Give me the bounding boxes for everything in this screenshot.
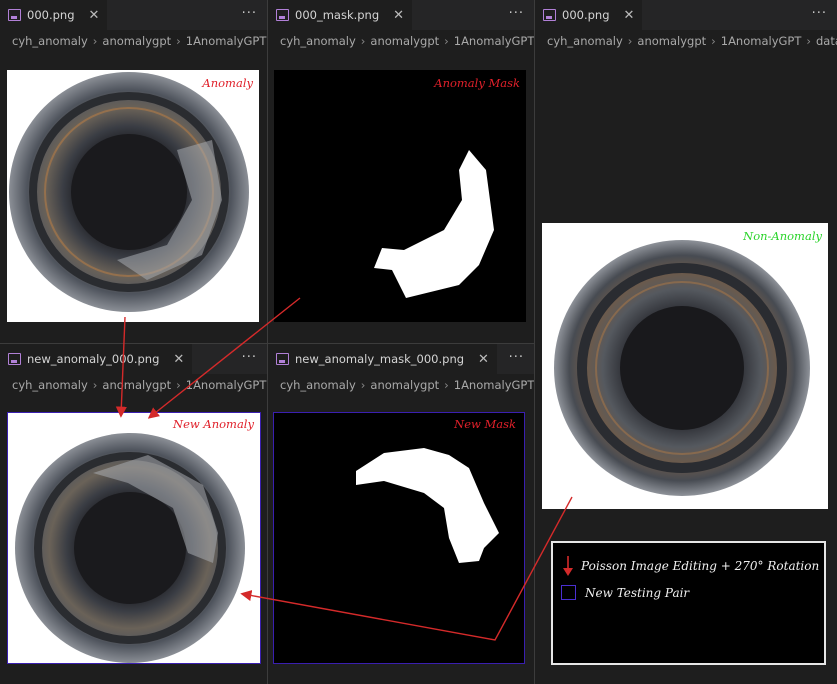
editor-pane-bottom-middle: new_anomaly_mask_000.png ✕ ··· cyh_anoma… (268, 344, 534, 684)
anomaly-image: Anomaly (7, 70, 259, 322)
breadcrumb-item[interactable]: cyh_anomaly (547, 34, 623, 48)
breadcrumb-item[interactable]: 1AnomalyGPT (186, 378, 267, 392)
close-icon[interactable]: ✕ (478, 352, 489, 367)
more-icon[interactable]: ··· (509, 350, 524, 365)
anomaly-mask-image: Anomaly Mask (274, 70, 526, 322)
editor-pane-top-left: 000.png ✕ ··· cyh_anomaly › anomalygpt › 1… (0, 0, 267, 343)
more-icon[interactable]: ··· (812, 6, 827, 21)
breadcrumb: cyh_anomaly› anomalygpt› 1AnomalyGPT› da… (280, 34, 534, 48)
image-file-icon (276, 9, 289, 21)
new-mask-label: New Mask (454, 417, 516, 431)
breadcrumb: cyh_anomaly› anomalygpt› 1AnomalyGPT› da… (280, 378, 534, 392)
legend-row-arrow: Poisson Image Editing + 270° Rotation (561, 555, 819, 577)
close-icon[interactable]: ✕ (173, 352, 184, 367)
close-icon[interactable]: ✕ (624, 8, 635, 23)
close-icon[interactable]: ✕ (89, 8, 100, 23)
breadcrumb-item[interactable]: cyh_anomaly (12, 378, 88, 392)
breadcrumb-item[interactable]: 1AnomalyGPT (454, 378, 534, 392)
close-icon[interactable]: ✕ (393, 8, 404, 23)
tab-bar: new_anomaly_000.png ✕ ··· (0, 344, 267, 374)
non-anomaly-image: Non-Anomaly (542, 223, 828, 509)
breadcrumb: cyh_anomaly› anomalygpt› 1AnomalyGPT› da… (535, 30, 837, 52)
mask-shape (374, 150, 494, 298)
legend-box-text: New Testing Pair (585, 585, 690, 600)
new-anomaly-image: New Anomaly (7, 412, 261, 664)
image-file-icon (8, 9, 21, 21)
editor-pane-top-middle: 000_mask.png ✕ ··· cyh_anomaly › anomalyg… (268, 0, 534, 343)
tab-bar: 000.png ✕ ··· (0, 0, 267, 30)
tab-bar: new_anomaly_mask_000.png ✕ ··· (268, 344, 534, 374)
tab-000-png-mvtec[interactable]: 000.png ✕ (535, 0, 643, 30)
tab-000-png[interactable]: 000.png ✕ (0, 0, 108, 30)
new-anomaly-label: New Anomaly (173, 417, 254, 431)
legend-row-box: New Testing Pair (561, 585, 689, 600)
bottle-new-anomaly-graphic (15, 433, 245, 663)
new-mask-image: New Mask (273, 412, 525, 664)
breadcrumb-item[interactable]: anomalygpt (102, 34, 171, 48)
bottle-anomaly-graphic (9, 72, 249, 312)
image-file-icon (276, 353, 289, 365)
more-icon[interactable]: ··· (242, 350, 257, 365)
breadcrumb-item[interactable]: anomalygpt (370, 378, 439, 392)
square-icon (561, 585, 576, 600)
tab-bar: 000_mask.png ✕ ··· (268, 0, 534, 30)
legend-box: Poisson Image Editing + 270° Rotation Ne… (551, 541, 826, 665)
more-icon[interactable]: ··· (509, 6, 524, 21)
breadcrumb-item[interactable]: anomalygpt (370, 34, 439, 48)
breadcrumb-item[interactable]: anomalygpt (102, 378, 171, 392)
pane-divider[interactable] (0, 343, 534, 344)
breadcrumb: cyh_anomaly› anomalygpt› 1AnomalyGPT› da… (12, 378, 267, 392)
anomaly-label: Anomaly (202, 76, 253, 90)
more-icon[interactable]: ··· (242, 6, 257, 21)
legend-arrow-text: Poisson Image Editing + 270° Rotation (581, 559, 820, 573)
arrow-down-icon (563, 556, 573, 576)
new-mask-shape (356, 448, 499, 563)
editor-pane-bottom-left: new_anomaly_000.png ✕ ··· cyh_anomaly › a… (0, 344, 267, 684)
pane-divider[interactable] (267, 0, 268, 684)
pane-divider[interactable] (534, 0, 535, 684)
tab-bar: 000.png ✕ ··· (535, 0, 837, 30)
breadcrumb-item[interactable]: cyh_anomaly (280, 378, 356, 392)
tab-label: 000_mask.png (295, 8, 380, 22)
tab-000-mask-png[interactable]: 000_mask.png ✕ (268, 0, 413, 30)
breadcrumb-item[interactable]: 1AnomalyGPT (186, 34, 267, 48)
breadcrumb-item[interactable]: 1AnomalyGPT (721, 34, 802, 48)
bottle-normal-graphic (554, 240, 810, 496)
breadcrumb: cyh_anomaly› anomalygpt› 1AnomalyGPT› da… (12, 34, 267, 48)
image-file-icon (543, 9, 556, 21)
tab-label: new_anomaly_mask_000.png (295, 352, 465, 366)
breadcrumb-item[interactable]: cyh_anomaly (280, 34, 356, 48)
tab-label: new_anomaly_000.png (27, 352, 160, 366)
tab-new-anomaly-000-png[interactable]: new_anomaly_000.png ✕ (0, 344, 193, 374)
tab-label: 000.png (27, 8, 75, 22)
tab-new-anomaly-mask-000-png[interactable]: new_anomaly_mask_000.png ✕ (268, 344, 497, 374)
breadcrumb-item[interactable]: 1AnomalyGPT (454, 34, 534, 48)
breadcrumb-item[interactable]: data (816, 34, 837, 48)
breadcrumb-item[interactable]: cyh_anomaly (12, 34, 88, 48)
breadcrumb-item[interactable]: anomalygpt (637, 34, 706, 48)
tab-label: 000.png (562, 8, 610, 22)
anomaly-mask-label: Anomaly Mask (434, 76, 520, 90)
non-anomaly-label: Non-Anomaly (743, 229, 822, 243)
image-file-icon (8, 353, 21, 365)
